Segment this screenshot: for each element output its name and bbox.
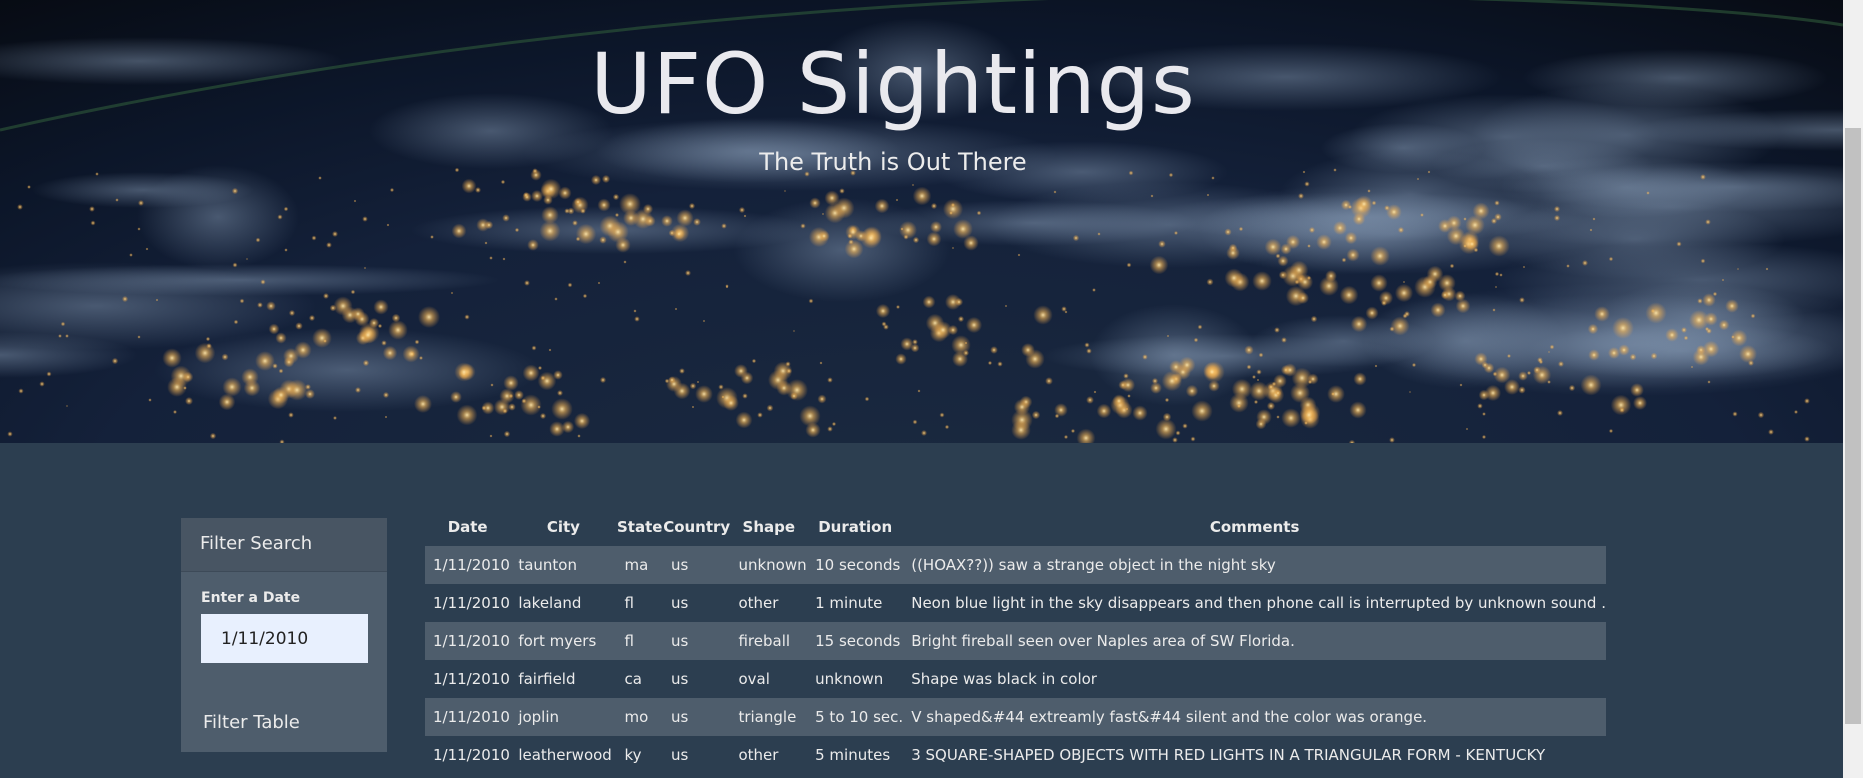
table-row: 1/11/2010 fairfield ca us oval unknown Shape w… (425, 660, 1606, 698)
cell-country: us (670, 632, 689, 650)
cell-country: us (670, 746, 689, 764)
column-header-city: City (546, 518, 580, 536)
cell-state: fl (624, 594, 634, 612)
table-row: 1/11/2010 fort myers fl us fireball 15 second… (425, 622, 1606, 660)
column-header-shape: Shape (742, 518, 796, 536)
cell-date: 1/11/2010 (433, 632, 510, 650)
table-row: 1/11/2010 lakeland fl us other 1 minute Neon b… (425, 584, 1606, 622)
table-row: 1/11/2010 leatherwood ky us other 5 minutes 3 … (425, 736, 1606, 774)
ufo-table-container: Date City State Country Shape Duration C… (425, 508, 1606, 774)
column-header-state: State (617, 518, 663, 536)
cell-date: 1/11/2010 (433, 708, 510, 726)
scrollbar-thumb[interactable] (1845, 128, 1861, 724)
page-title: UFO Sightings (590, 35, 1196, 133)
cell-duration: 5 minutes (815, 746, 891, 764)
cell-comments: V shaped&#44 extreamly fast&#44 silent a… (911, 708, 1428, 726)
cell-state: ma (624, 556, 649, 574)
cell-country: us (670, 670, 689, 688)
cell-shape: other (738, 594, 779, 612)
cell-state: ky (624, 746, 642, 764)
cell-duration: unknown (815, 670, 884, 688)
cell-date: 1/11/2010 (433, 746, 510, 764)
cell-shape: triangle (738, 708, 797, 726)
cell-shape: fireball (738, 632, 791, 650)
cell-duration: 1 minute (815, 594, 883, 612)
cell-comments: 3 SQUARE-SHAPED OBJECTS WITH RED LIGHTS … (911, 746, 1546, 764)
cell-shape: oval (738, 670, 770, 688)
cell-state: fl (624, 632, 634, 650)
hero-banner: UFO Sightings The Truth is Out There (0, 0, 1843, 443)
cell-comments: Neon blue light in the sky disappears an… (911, 594, 1606, 612)
cell-state: mo (624, 708, 649, 726)
filter-table-button[interactable]: Filter Table (203, 712, 300, 733)
cell-date: 1/11/2010 (433, 556, 510, 574)
column-header-country: Country (663, 518, 731, 536)
filter-panel-header: Filter Search (181, 518, 387, 572)
cell-shape: unknown (738, 556, 807, 574)
cell-country: us (670, 556, 689, 574)
cell-date: 1/11/2010 (433, 670, 510, 688)
column-header-comments: Comments (1209, 518, 1300, 536)
table-header-row: Date City State Country Shape Duration C… (425, 508, 1606, 546)
table-row: 1/11/2010 joplin mo us triangle 5 to 10 sec. V… (425, 698, 1606, 736)
column-header-date: Date (447, 518, 488, 536)
cell-duration: 15 seconds (815, 632, 901, 650)
cell-city: fort myers (518, 632, 597, 650)
cell-state: ca (624, 670, 642, 688)
cell-country: us (670, 708, 689, 726)
cell-country: us (670, 594, 689, 612)
vertical-scrollbar[interactable] (1843, 0, 1863, 778)
cell-duration: 5 to 10 sec. (815, 708, 904, 726)
cell-city: leatherwood (518, 746, 612, 764)
cell-city: taunton (518, 556, 577, 574)
cell-duration: 10 seconds (815, 556, 901, 574)
date-input[interactable] (201, 614, 368, 663)
filter-panel: Filter Search Enter a Date Filter Table (181, 518, 387, 752)
table-body: 1/11/2010 taunton ma us unknown 10 seconds ((H… (425, 546, 1606, 774)
page: UFO Sightings The Truth is Out There Fil… (0, 0, 1863, 778)
cell-comments: ((HOAX??)) saw a strange object in the n… (911, 556, 1276, 574)
cell-city: lakeland (518, 594, 582, 612)
ufo-table: Date City State Country Shape Duration C… (425, 508, 1606, 774)
date-label: Enter a Date (201, 590, 301, 606)
table-row: 1/11/2010 taunton ma us unknown 10 seconds ((H… (425, 546, 1606, 584)
cell-comments: Shape was black in color (911, 670, 1097, 688)
column-header-duration: Duration (818, 518, 893, 536)
cell-city: fairfield (518, 670, 576, 688)
cell-comments: Bright fireball seen over Naples area of… (911, 632, 1295, 650)
page-subtitle: The Truth is Out There (759, 148, 1027, 176)
cell-shape: other (738, 746, 779, 764)
cell-city: joplin (518, 708, 560, 726)
cell-date: 1/11/2010 (433, 594, 510, 612)
